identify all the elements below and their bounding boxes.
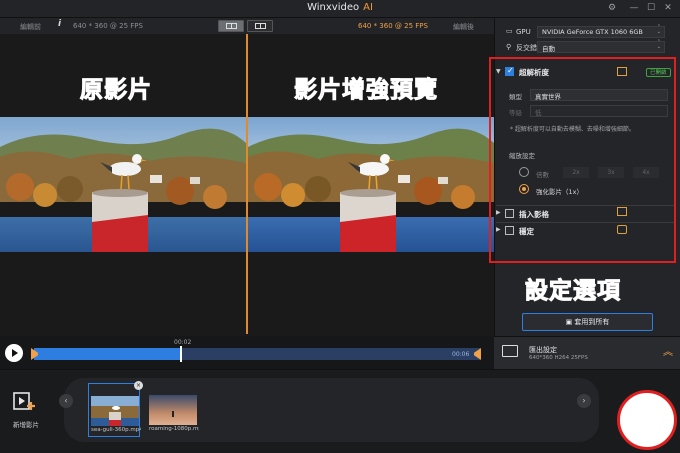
apply-to-all-button[interactable]: ▣ 套用到所有 (522, 313, 653, 331)
settings-icon[interactable]: ⚙ (605, 2, 619, 15)
end-time: 00:06 (452, 351, 470, 358)
app-window: Winxvideo AI ⚙ — ☐ ✕ 編輯前 i 640 * 360 @ 25… (0, 0, 680, 453)
enhanced-annotation: 影片增強預覽 (294, 77, 438, 104)
original-frame-image (0, 117, 246, 252)
gpu-label: GPU (516, 28, 531, 36)
clip-preview (91, 396, 139, 426)
export-details: 640*360 H264 25FPS (529, 355, 588, 361)
clip-name: sea-gull-360p.mp4 (91, 427, 141, 433)
minimize-icon[interactable]: — (627, 2, 641, 15)
timeline-progress (34, 348, 181, 360)
clip-strip (64, 378, 599, 442)
enhanced-frame (248, 117, 494, 252)
deinterlace-label: 反交錯 (516, 44, 537, 52)
clip-preview-image (149, 395, 197, 425)
export-settings-bar[interactable] (494, 336, 680, 369)
maximize-icon[interactable]: ☐ (644, 2, 658, 15)
play-button[interactable] (5, 344, 23, 362)
settings-annotation: 設定選項 (525, 278, 621, 305)
deinterlace-icon: ⚲ (506, 43, 512, 51)
clip-preview-image (91, 396, 139, 426)
side-by-side-icon (255, 23, 266, 29)
add-video-label[interactable]: 新增影片 (13, 419, 39, 429)
clip-preview (149, 395, 197, 425)
apply-to-all-label: 套用到所有 (574, 318, 610, 326)
before-label: 編輯前 (20, 23, 41, 31)
chevron-up-icon[interactable]: ︽ (663, 343, 673, 358)
export-icon (502, 345, 518, 357)
app-title: Winxvideo AI (0, 2, 680, 13)
original-frame (0, 117, 246, 252)
split-view-icon (226, 23, 237, 29)
prev-clip-button[interactable]: ‹ (59, 394, 73, 408)
after-label: 編輯後 (453, 23, 474, 31)
export-title: 匯出設定 (529, 346, 557, 354)
split-view-toggle[interactable] (218, 20, 244, 32)
settings-highlight-box (489, 57, 676, 263)
after-resolution: 640 * 360 @ 25 FPS (358, 22, 428, 30)
app-title-ai: AI (363, 2, 373, 13)
before-resolution: 640 * 360 @ 25 FPS (73, 22, 143, 30)
original-annotation: 原影片 (80, 77, 152, 104)
preview-header: 編輯前 i 640 * 360 @ 25 FPS 640 * 360 @ 25 … (0, 18, 494, 34)
side-by-side-toggle[interactable] (247, 20, 273, 32)
clip-thumbnail[interactable]: sea-gull-360p.mp4 (88, 383, 141, 437)
playhead[interactable] (180, 346, 182, 362)
app-title-text: Winxvideo (307, 2, 360, 13)
next-clip-button[interactable]: › (577, 394, 591, 408)
gpu-select[interactable]: NVIDIA GeForce GTX 1060 6GB (537, 25, 665, 38)
split-divider[interactable] (246, 34, 248, 334)
gpu-icon: ▭ (506, 27, 513, 35)
deinterlace-select[interactable]: 自動 (537, 40, 665, 53)
enhanced-frame-image (248, 117, 494, 252)
info-icon[interactable]: i (58, 19, 61, 29)
clip-name: roaming-1080p.mp4 (149, 426, 199, 432)
title-bar: Winxvideo AI ⚙ — ☐ ✕ (0, 0, 680, 18)
add-video-icon[interactable] (13, 392, 35, 412)
remove-clip-icon[interactable]: × (134, 381, 143, 390)
run-button[interactable] (617, 390, 677, 450)
current-time: 00:02 (174, 339, 192, 346)
clip-thumbnail[interactable]: roaming-1080p.mp4 (147, 383, 199, 437)
close-icon[interactable]: ✕ (661, 2, 675, 15)
